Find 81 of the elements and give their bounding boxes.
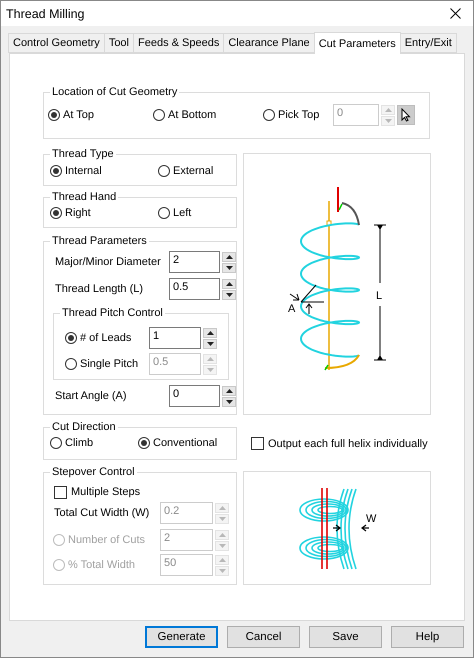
tab[interactable]: Control Geometry — [8, 33, 105, 53]
dialog-button[interactable]: Generate — [145, 626, 218, 648]
field-label: Total Cut Width (W) — [54, 507, 150, 519]
down-triangle-icon — [206, 368, 214, 372]
spin-up-button[interactable] — [222, 386, 236, 396]
radio-label[interactable]: Right — [65, 207, 91, 219]
down-triangle-icon — [218, 568, 226, 572]
cursor-icon — [401, 108, 411, 122]
radio-label[interactable]: Left — [173, 207, 192, 219]
group-title: Thread Type — [50, 148, 116, 161]
angle-label: A — [288, 303, 296, 315]
up-triangle-icon — [226, 388, 232, 392]
checkbox-label[interactable]: Multiple Steps — [71, 486, 140, 498]
up-triangle-icon — [226, 282, 232, 286]
length-label: L — [376, 290, 382, 302]
radio-label[interactable]: Pick Top — [278, 109, 320, 121]
radio-label[interactable]: # of Leads — [80, 332, 132, 344]
radio-button[interactable] — [50, 207, 62, 219]
spin-up-button[interactable] — [222, 252, 236, 262]
radio-button[interactable] — [158, 165, 170, 177]
radio-label[interactable]: Internal — [65, 165, 102, 177]
down-triangle-icon — [226, 292, 232, 296]
radio-button[interactable] — [138, 437, 150, 449]
angle-marker — [290, 284, 324, 314]
up-triangle-icon — [218, 558, 226, 562]
radio-button[interactable] — [65, 358, 77, 370]
radio-label[interactable]: Climb — [65, 437, 94, 449]
input-field[interactable]: 1 — [149, 327, 201, 349]
close-icon[interactable] — [450, 8, 461, 19]
field-label: Major/Minor Diameter — [55, 256, 162, 268]
group-title: Location of Cut Geometry — [50, 86, 180, 99]
radio-button[interactable] — [65, 332, 77, 344]
spin-down-button[interactable] — [222, 290, 236, 300]
window-title: Thread Milling — [6, 6, 85, 20]
radio-button[interactable] — [158, 207, 170, 219]
up-triangle-icon — [226, 254, 232, 258]
down-triangle-icon — [384, 118, 392, 122]
spin-up-button[interactable] — [203, 328, 217, 338]
radio-button[interactable] — [263, 109, 275, 121]
spin-up-button[interactable] — [222, 278, 236, 288]
spin-down-button[interactable] — [222, 396, 236, 406]
radio-label[interactable]: Single Pitch — [80, 358, 138, 370]
down-triangle-icon — [218, 516, 226, 520]
up-triangle-icon — [206, 356, 214, 360]
dialog-button[interactable]: Save — [309, 626, 382, 648]
radio-button[interactable] — [50, 165, 62, 177]
input-field[interactable]: 2 — [169, 251, 220, 273]
group-title: Stepover Control — [50, 466, 137, 479]
radio-label[interactable]: External — [173, 165, 214, 177]
radio-button[interactable] — [50, 437, 62, 449]
up-triangle-icon — [206, 330, 214, 334]
up-triangle-icon — [384, 108, 392, 112]
radio-button[interactable] — [153, 109, 165, 121]
input-field[interactable]: 0 — [169, 385, 220, 407]
down-triangle-icon — [218, 544, 226, 548]
width-label: W — [366, 513, 376, 525]
checkbox[interactable] — [54, 486, 67, 498]
tab[interactable]: Clearance Plane — [223, 33, 315, 53]
spin-down-button[interactable] — [222, 262, 236, 272]
checkbox[interactable] — [251, 437, 264, 450]
radio-button[interactable] — [48, 109, 60, 121]
tab[interactable]: Cut Parameters — [314, 32, 401, 54]
tab[interactable]: Entry/Exit — [400, 33, 457, 53]
checkbox-label[interactable]: Output each full helix individually — [268, 438, 428, 450]
field-label: Start Angle (A) — [55, 390, 128, 402]
radio-label[interactable]: At Top — [63, 109, 94, 121]
radio-label[interactable]: Conventional — [153, 437, 218, 449]
tab[interactable]: Feeds & Speeds — [133, 33, 224, 53]
radio-label[interactable]: At Bottom — [168, 109, 216, 121]
dialog-button[interactable]: Help — [391, 626, 464, 648]
down-triangle-icon — [226, 400, 232, 404]
pick-button[interactable] — [397, 105, 415, 125]
tab[interactable]: Tool — [104, 33, 134, 53]
down-triangle-icon — [226, 266, 232, 270]
up-triangle-icon — [218, 506, 226, 510]
down-triangle-icon — [206, 342, 214, 346]
input-field[interactable]: 0.5 — [169, 278, 220, 300]
spin-down-button[interactable] — [203, 338, 217, 348]
field-label: Thread Length (L) — [55, 283, 144, 295]
dialog-button[interactable]: Cancel — [227, 626, 300, 648]
up-triangle-icon — [218, 532, 226, 536]
